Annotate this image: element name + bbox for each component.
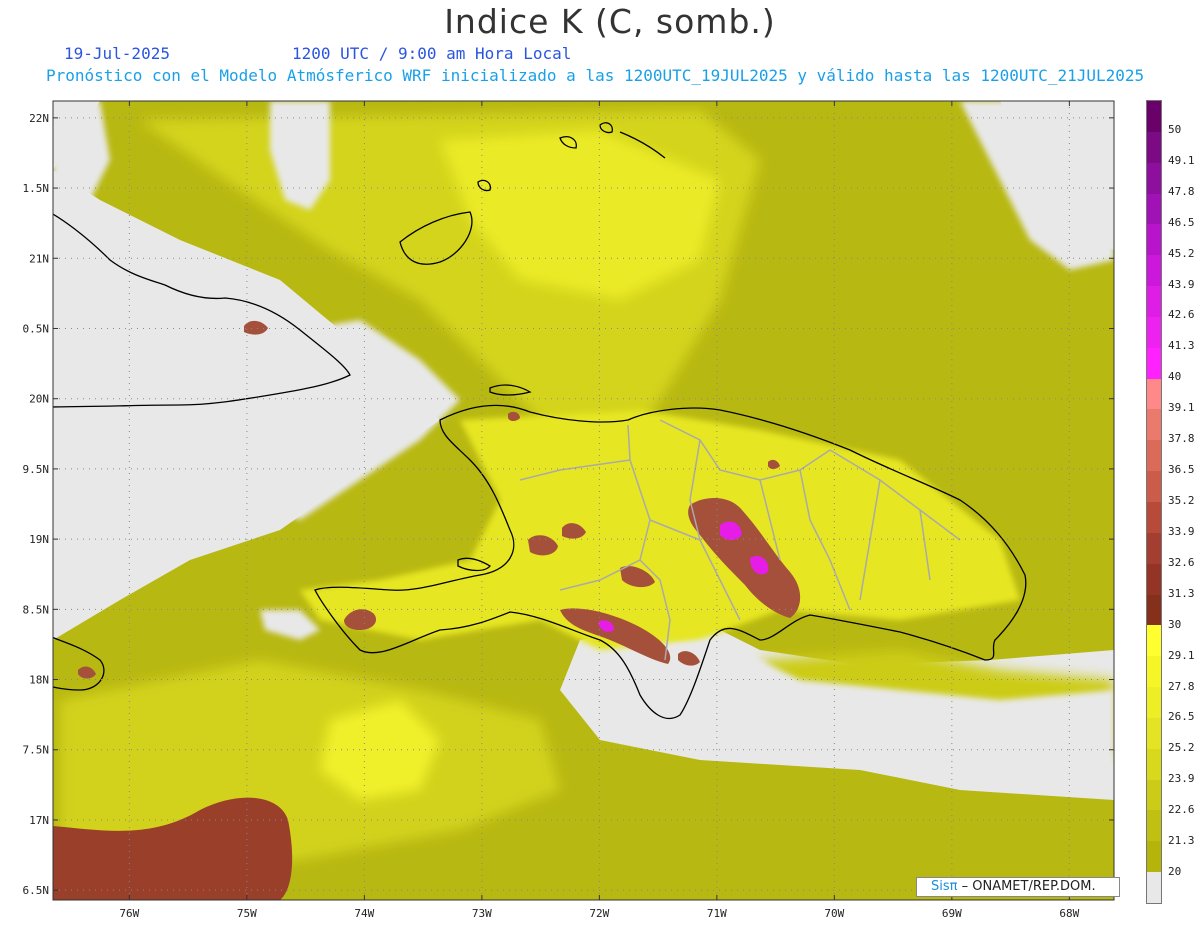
color-scale-swatch (1147, 255, 1161, 287)
color-scale-label: 35.2 (1168, 494, 1195, 507)
color-scale-swatch (1147, 162, 1161, 194)
color-scale-swatch (1147, 471, 1161, 502)
color-scale-swatch (1147, 193, 1161, 225)
lon-tick-label: 68W (1059, 907, 1079, 920)
color-scale-label: 43.9 (1168, 277, 1195, 291)
lon-tick-label: 69W (942, 907, 962, 920)
color-scale-swatch (1147, 779, 1161, 811)
lat-tick-label: 17N (29, 814, 49, 827)
lat-tick-label: 1.5N (23, 182, 50, 195)
color-scale-label: 42.6 (1168, 308, 1195, 322)
lat-tick-label: 21N (29, 252, 49, 265)
color-scale-swatch (1147, 563, 1161, 595)
color-scale-swatch (1147, 594, 1161, 626)
color-scale-swatch (1147, 501, 1161, 533)
color-scale-swatch (1147, 532, 1161, 564)
lat-tick-label: 18N (29, 674, 49, 687)
color-scale (1146, 100, 1162, 904)
lon-tick-label: 74W (354, 907, 374, 920)
lat-tick-label: 0.5N (23, 322, 50, 335)
color-scale-label: 25.2 (1168, 741, 1195, 755)
color-scale-label: 41.3 (1168, 339, 1195, 353)
color-scale-swatch (1147, 131, 1161, 163)
lat-tick-label: 7.5N (23, 744, 50, 757)
sispi-logo: Sisπ (931, 879, 958, 894)
color-scale-label: 26.5 (1168, 710, 1195, 724)
color-scale-label: 23.9 (1168, 772, 1195, 786)
color-scale-label: 22.6 (1168, 803, 1195, 817)
lon-tick-label: 72W (589, 907, 609, 920)
lat-tick-label: 20N (29, 393, 49, 406)
color-scale-label: 45.2 (1168, 246, 1195, 260)
color-scale-swatch (1147, 872, 1161, 903)
color-scale-label: 20 (1168, 865, 1182, 879)
color-scale-label: 29.1 (1168, 648, 1195, 662)
color-scale-swatch (1147, 440, 1161, 472)
color-scale-swatch (1147, 224, 1161, 256)
color-scale-label: 27.8 (1168, 679, 1195, 693)
color-scale-label: 40 (1168, 370, 1182, 384)
lat-tick-label: 22N (29, 112, 49, 125)
color-scale-label: 32.6 (1168, 555, 1195, 569)
lat-tick-label: 9.5N (23, 463, 50, 476)
map-area (53, 101, 1114, 900)
color-scale-swatch (1147, 347, 1161, 379)
color-scale-swatch (1147, 286, 1161, 317)
color-scale-swatch (1147, 748, 1161, 780)
color-scale-label: 33.9 (1168, 524, 1195, 538)
lon-tick-label: 71W (707, 907, 727, 920)
color-scale-label: 31.3 (1168, 586, 1195, 600)
color-scale-label: 50 (1168, 122, 1182, 136)
credits-text: – ONAMET/REP.DOM. (961, 879, 1096, 894)
color-scale-label: 46.5 (1168, 215, 1195, 229)
lat-tick-label: 8.5N (23, 603, 50, 616)
color-scale-label: 49.1 (1168, 153, 1195, 167)
color-scale-swatch (1147, 101, 1161, 132)
color-scale-label: 30 (1168, 617, 1182, 631)
color-scale-swatch (1147, 717, 1161, 749)
credits-box: Sisπ – ONAMET/REP.DOM. (916, 877, 1120, 897)
lon-tick-label: 70W (824, 907, 844, 920)
color-scale-swatch (1147, 316, 1161, 348)
lat-tick-label: 6.5N (23, 884, 50, 897)
color-scale-label: 21.3 (1168, 834, 1195, 848)
lon-tick-label: 76W (119, 907, 139, 920)
color-scale-swatch (1147, 409, 1161, 441)
color-scale-swatch (1147, 841, 1161, 873)
color-scale-label: 36.5 (1168, 463, 1195, 477)
lon-tick-label: 73W (472, 907, 492, 920)
color-scale-swatch (1147, 687, 1161, 718)
color-scale-swatch (1147, 810, 1161, 842)
color-scale-swatch (1147, 625, 1161, 657)
lon-tick-label: 75W (237, 907, 257, 920)
color-scale-label: 37.8 (1168, 432, 1195, 446)
color-scale-label: 47.8 (1168, 184, 1195, 198)
color-scale-swatch (1147, 378, 1161, 410)
lat-tick-label: 19N (29, 533, 49, 546)
map-figure: 76W 75W 74W 73W 72W 71W 70W 69W 68W 22N 1.5N 21N 0.5… (23, 100, 1115, 920)
color-scale-label: 39.1 (1168, 401, 1195, 415)
color-scale-swatch (1147, 656, 1161, 688)
